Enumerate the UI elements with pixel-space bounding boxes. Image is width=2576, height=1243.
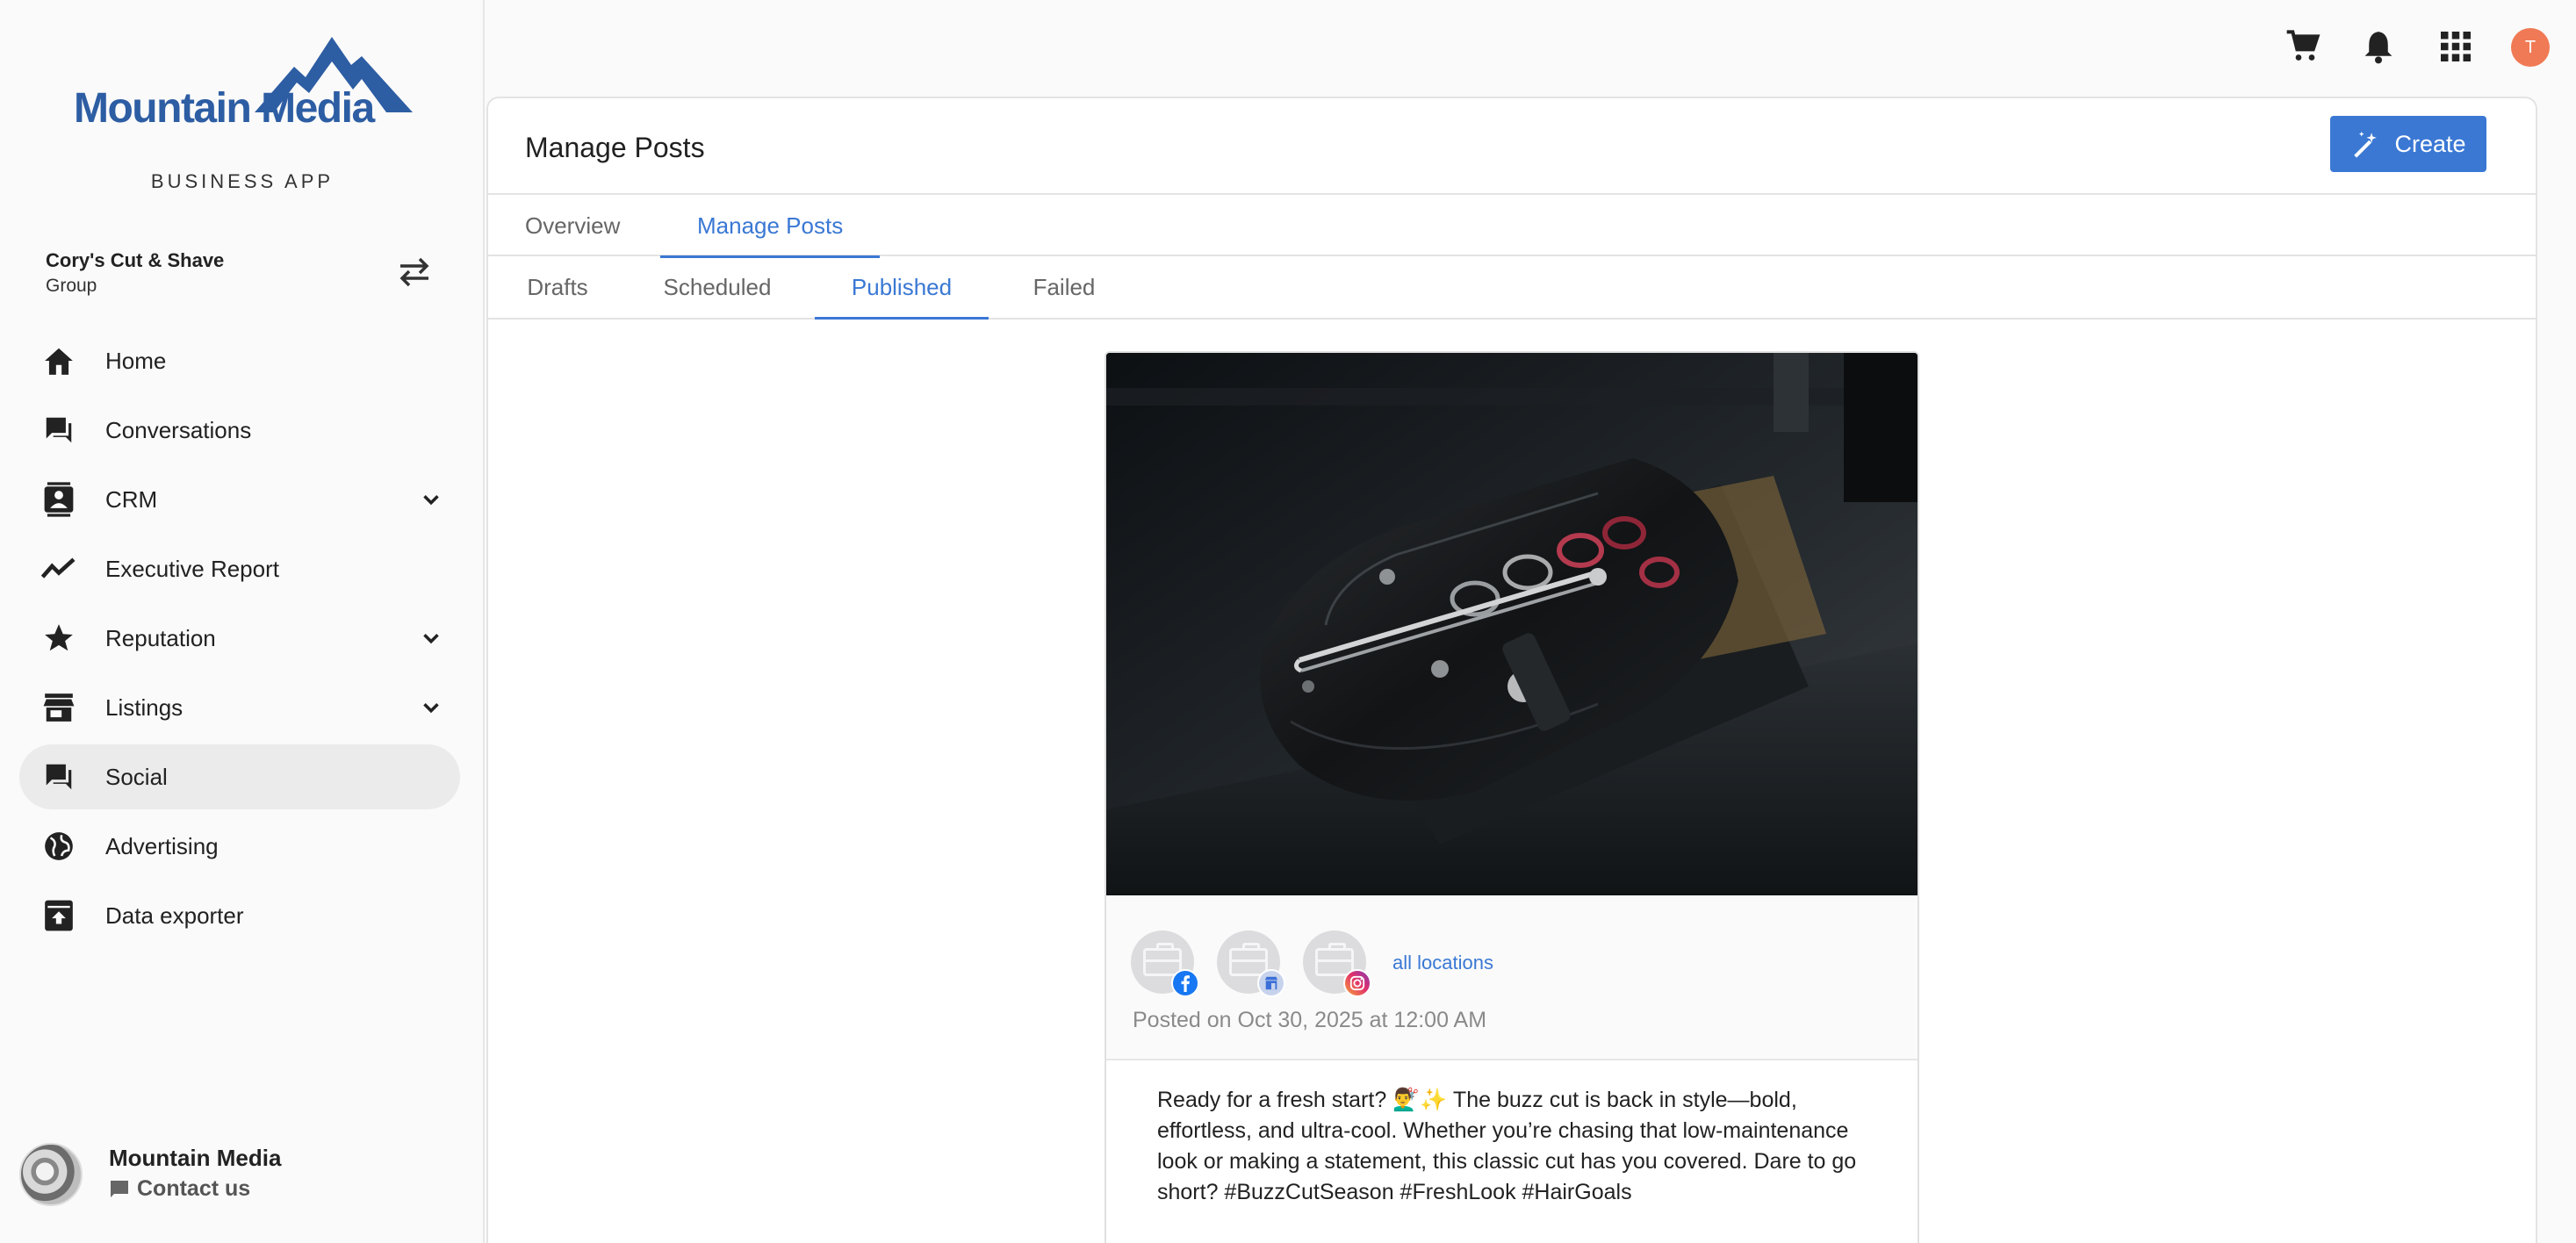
switch-account-icon[interactable]	[395, 255, 434, 290]
nav-label: Executive Report	[105, 555, 279, 582]
subtab-scheduled[interactable]: Scheduled	[660, 256, 774, 318]
contact-us-link[interactable]: Contact us	[109, 1176, 250, 1202]
main-tabs: Overview Manage Posts	[488, 193, 2536, 258]
message-icon	[111, 1180, 128, 1197]
account-type: Group	[46, 276, 97, 296]
footer-name: Mountain Media	[109, 1145, 282, 1171]
apps-grid-icon[interactable]	[2436, 26, 2476, 67]
manage-posts-card: Manage Posts Create Overview Manage Post…	[486, 97, 2537, 1243]
nav-label: Conversations	[105, 416, 252, 443]
create-label: Create	[2394, 130, 2466, 157]
google-business-icon	[1257, 969, 1285, 997]
chevron-down-icon[interactable]	[418, 486, 444, 513]
nav-item-crm[interactable]: CRM	[19, 467, 460, 532]
page-title: Manage Posts	[525, 132, 705, 163]
star-icon	[40, 620, 77, 657]
user-avatar[interactable]: T	[2511, 28, 2550, 67]
main-nav: Home Conversations CRM Executive Report	[19, 328, 460, 952]
post-meta: all locations Posted on Oct 30, 2025 at …	[1106, 895, 1918, 1060]
create-button[interactable]: Create	[2330, 116, 2486, 172]
nav-label: Home	[105, 347, 167, 374]
brand-logo[interactable]: Mountain Media	[70, 32, 413, 137]
subtab-published[interactable]: Published	[815, 256, 989, 320]
forum-icon	[40, 758, 77, 795]
storefront-icon	[40, 689, 77, 726]
nav-label: Social	[105, 763, 168, 790]
tab-manage-posts[interactable]: Manage Posts	[660, 195, 881, 258]
location-avatar-facebook[interactable]	[1131, 930, 1199, 997]
nav-item-conversations[interactable]: Conversations	[19, 398, 460, 463]
archive-upload-icon	[40, 897, 77, 934]
nav-label: Data exporter	[105, 902, 244, 929]
nav-item-reputation[interactable]: Reputation	[19, 606, 460, 671]
brand-name: Mountain Media	[74, 85, 375, 132]
all-locations-link[interactable]: all locations	[1392, 952, 1493, 974]
footer-account[interactable]: Mountain Media Contact us	[19, 1141, 467, 1211]
chevron-down-icon[interactable]	[418, 625, 444, 651]
nav-label: Reputation	[105, 624, 216, 651]
post-card[interactable]: all locations Posted on Oct 30, 2025 at …	[1105, 351, 1919, 1243]
nav-label: Listings	[105, 693, 183, 721]
nav-item-executive-report[interactable]: Executive Report	[19, 536, 460, 601]
chat-icon	[40, 412, 77, 449]
nav-item-home[interactable]: Home	[19, 328, 460, 393]
nav-item-advertising[interactable]: Advertising	[19, 814, 460, 879]
tab-overview[interactable]: Overview	[525, 195, 620, 256]
app-label: BUSINESS APP	[150, 170, 335, 192]
post-body-text: Ready for a fresh start? 💇‍♂️✨ The buzz …	[1157, 1088, 1857, 1204]
subtab-failed[interactable]: Failed	[1029, 256, 1099, 318]
globe-icon	[40, 828, 77, 865]
scissors-case-photo	[1106, 353, 1918, 895]
nav-item-data-exporter[interactable]: Data exporter	[19, 883, 460, 948]
post-image[interactable]	[1106, 353, 1918, 895]
instagram-icon	[1343, 969, 1371, 997]
cart-icon[interactable]	[2283, 26, 2323, 67]
subtab-drafts[interactable]: Drafts	[527, 256, 588, 318]
trend-line-icon	[40, 550, 77, 587]
posted-on-date: Posted on Oct 30, 2025 at 12:00 AM	[1133, 1008, 1487, 1032]
nav-item-social[interactable]: Social	[19, 744, 460, 809]
bell-icon[interactable]	[2358, 26, 2399, 67]
nav-label: Advertising	[105, 832, 219, 859]
home-icon	[40, 342, 77, 379]
avatar	[19, 1143, 83, 1206]
magic-wand-icon	[2354, 131, 2378, 158]
account-info: Cory's Cut & Shave Group	[46, 249, 224, 297]
location-avatar-google[interactable]	[1217, 930, 1285, 997]
location-avatar-instagram[interactable]	[1303, 930, 1371, 997]
nav-item-listings[interactable]: Listings	[19, 675, 460, 740]
post-status-tabs: Drafts Scheduled Published Failed	[488, 256, 2536, 320]
nav-label: CRM	[105, 485, 158, 513]
facebook-icon	[1171, 969, 1199, 997]
contact-us-label: Contact us	[137, 1176, 251, 1201]
contact-card-icon	[40, 481, 77, 518]
chevron-down-icon[interactable]	[418, 694, 444, 721]
sidebar: Mountain Media BUSINESS APP Cory's Cut &…	[0, 0, 485, 1243]
account-name: Cory's Cut & Shave	[46, 249, 225, 271]
